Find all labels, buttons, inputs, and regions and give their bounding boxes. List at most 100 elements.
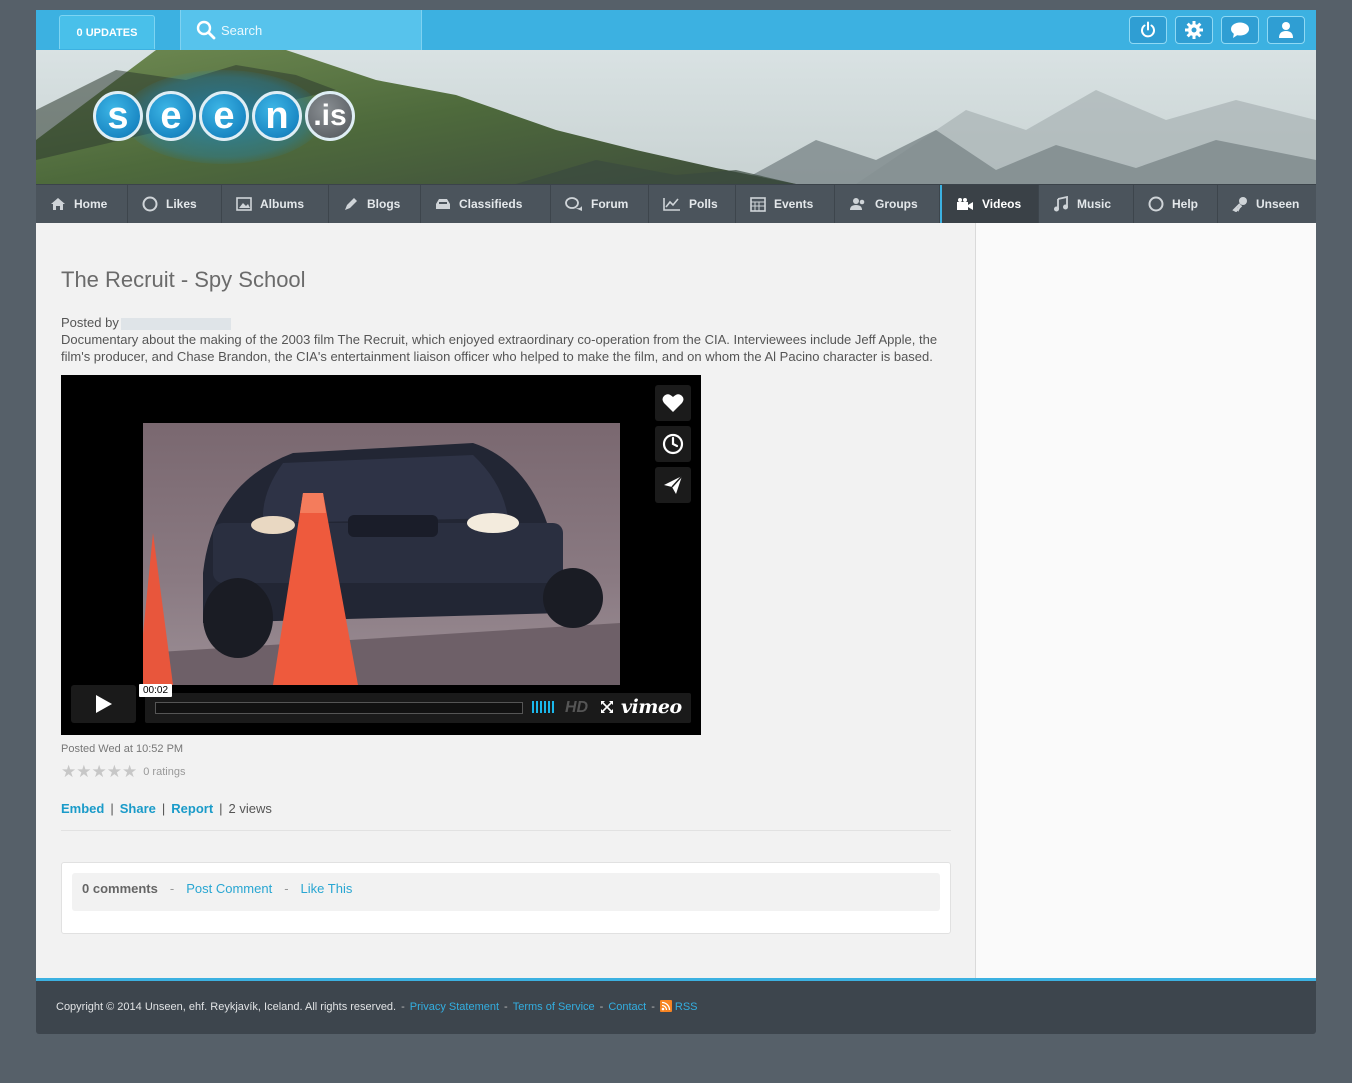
right-sidebar [975,223,1316,978]
nav-item-forum[interactable]: Forum [551,185,649,223]
play-button[interactable] [71,685,136,723]
nav-label: Classifieds [459,197,523,211]
nav-item-music[interactable]: Music [1039,185,1134,223]
video-actions: Embed | Share | Report | 2 views [61,801,272,816]
nav-label: Events [774,197,814,211]
like-video-button[interactable] [655,385,691,421]
nav-label: Blogs [367,197,401,211]
fullscreen-icon [601,701,613,713]
nav-label: Likes [166,197,197,211]
vimeo-logo[interactable]: vimeo [621,696,682,718]
search-icon [196,20,216,40]
nav-label: Albums [260,197,305,211]
main-column: The Recruit - Spy School Posted by Docum… [36,223,975,978]
video-camera-icon [957,198,973,210]
separator: - [599,1001,604,1013]
post-comment-link[interactable]: Post Comment [186,881,272,896]
separator: - [401,1001,405,1013]
logo-letter: e [146,91,196,141]
clock-icon [662,433,684,455]
tray-icon [436,199,450,209]
circle-icon [1148,196,1164,212]
nav-item-polls[interactable]: Polls [649,185,736,223]
report-link[interactable]: Report [171,801,213,816]
header-banner: s e e n .is [36,50,1316,184]
chart-icon [663,198,680,211]
nav-item-likes[interactable]: Likes [128,185,222,223]
star-icon[interactable]: ★ [92,763,107,780]
comments-section: 0 comments - Post Comment - Like This [61,862,951,934]
power-button[interactable] [1129,16,1167,44]
image-icon [236,197,252,211]
rss-link[interactable]: RSS [675,1001,698,1013]
nav-label: Groups [875,197,918,211]
messages-button[interactable] [1221,16,1259,44]
key-icon [1232,197,1247,212]
divider [61,830,951,831]
views-count: 2 views [228,801,272,816]
page-title: The Recruit - Spy School [61,267,306,292]
player-controls: HD vimeo [145,693,691,723]
profile-button[interactable] [1267,16,1305,44]
circle-icon [142,196,158,212]
star-icon[interactable]: ★ [61,763,76,780]
updates-button[interactable]: 0 UPDATES [59,15,155,49]
logo-letters: s e e n .is [93,91,355,141]
home-icon [51,198,65,210]
video-player[interactable]: HD vimeo 00:02 [61,375,701,735]
terms-link[interactable]: Terms of Service [513,1001,595,1013]
nav-item-blogs[interactable]: Blogs [329,185,421,223]
calendar-icon [750,197,766,212]
privacy-link[interactable]: Privacy Statement [410,1001,499,1013]
logo-letter: .is [305,91,355,141]
nav-label: Music [1077,197,1112,211]
nav-label: Help [1172,197,1199,211]
hd-toggle[interactable]: HD [565,699,588,717]
separator: - [651,1001,655,1013]
star-icon[interactable]: ★ [76,763,91,780]
separator: | [219,801,223,816]
video-frame[interactable] [143,423,620,685]
nav-item-videos[interactable]: Videos [940,185,1039,223]
video-description: Documentary about the making of the 2003… [61,332,938,364]
separator: | [110,801,114,816]
nav-item-events[interactable]: Events [736,185,835,223]
footer: Copyright © 2014 Unseen, ehf. Reykjavík,… [36,981,1316,1034]
watch-later-button[interactable] [655,426,691,462]
like-this-link[interactable]: Like This [301,881,353,896]
nav-item-albums[interactable]: Albums [222,185,329,223]
chat-bubbles-icon [565,197,582,211]
group-icon [850,198,865,210]
star-icon[interactable]: ★ [107,763,122,780]
posted-time: Posted Wed at 10:52 PM [61,743,184,755]
nav-item-help[interactable]: Help [1134,185,1218,223]
nav-item-classifieds[interactable]: Classifieds [421,185,551,223]
share-link[interactable]: Share [120,801,156,816]
nav-item-unseen[interactable]: Unseen [1218,185,1316,223]
posted-by-label: Posted by [61,315,119,330]
volume-control[interactable] [532,701,554,713]
play-icon [95,695,112,713]
share-video-button[interactable] [655,467,691,503]
progress-bar[interactable] [155,702,523,714]
video-thumbnail-image [143,423,620,685]
embed-link[interactable]: Embed [61,801,104,816]
separator: - [284,881,289,896]
star-rating[interactable]: ★ ★ ★ ★ ★ 0 ratings [61,763,185,780]
nav-label: Polls [689,197,718,211]
nav-label: Unseen [1256,197,1300,211]
fullscreen-button[interactable] [600,700,614,719]
pen-icon [345,198,357,210]
contact-link[interactable]: Contact [608,1001,646,1013]
star-icon[interactable]: ★ [122,763,137,780]
site-logo[interactable]: s e e n .is [93,68,355,168]
settings-button[interactable] [1175,16,1213,44]
comments-count: 0 comments [82,881,158,896]
nav-item-groups[interactable]: Groups [835,185,940,223]
nav-item-home[interactable]: Home [36,185,128,223]
rss-icon[interactable] [659,1000,672,1012]
search-box[interactable] [180,10,422,50]
search-input[interactable] [221,20,411,40]
author-name-redacted[interactable] [120,317,231,330]
heart-icon [662,394,684,412]
